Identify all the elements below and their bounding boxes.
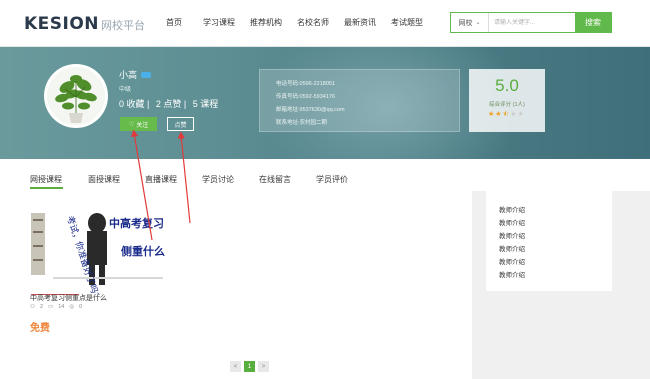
nav-item-courses[interactable]: 学习课程: [203, 17, 235, 28]
thumb-text-2: 侧重什么: [121, 244, 165, 258]
stat-courses: 5 课程: [192, 99, 219, 109]
views-icon: ◎: [69, 304, 75, 310]
tab-messages[interactable]: 在线留言: [259, 174, 291, 185]
contact-phone: 电话号码:0596-2218051: [276, 81, 336, 87]
contact-card: 电话号码:0596-2218051 传真号码:0592-5934176 邮箱地址…: [259, 69, 460, 132]
search-category-label: 网校: [458, 19, 473, 27]
tab-live-courses[interactable]: 直播课程: [145, 174, 177, 185]
tab-offline-courses[interactable]: 面授课程: [88, 174, 120, 185]
course-price: 免费: [30, 323, 50, 334]
sidebar-item-teacher[interactable]: 教师介绍: [499, 269, 525, 279]
contact-fax: 传真号码:0592-5934176: [276, 94, 336, 100]
nav-item-teachers[interactable]: 名校名师: [297, 17, 329, 28]
user-name-row: 小高: [119, 68, 152, 81]
like-button[interactable]: 点赞: [167, 117, 194, 131]
follow-button[interactable]: ♡ 关注: [120, 117, 157, 131]
top-header: KESION 网校平台 首页 学习课程 推荐机构 名校名师 最新资讯 考试题型 …: [0, 0, 650, 47]
students-icon: ⚇: [30, 304, 35, 310]
search-input[interactable]: [489, 13, 575, 32]
stat-favorites: 0 收藏 |: [119, 99, 150, 109]
plant-avatar-image: [47, 67, 105, 125]
next-page-button[interactable]: >: [258, 361, 269, 372]
heart-icon: ♡: [128, 121, 135, 128]
rating-stars: ★ ★ ⯪ ★ ★: [488, 110, 525, 121]
prev-page-button[interactable]: <: [230, 361, 241, 372]
tab-reviews[interactable]: 学员评价: [316, 174, 348, 185]
course-list: 考试，你准备好了吗？ 中高考复习 侧重什么 中高考复习侧重点是什么 ⚇ 2 ▭ …: [0, 191, 472, 379]
stat-likes: 2 点赞 |: [155, 99, 187, 109]
course-thumbnail[interactable]: 考试，你准备好了吗？ 中高考复习 侧重什么: [29, 201, 166, 295]
star-icon: ★: [495, 111, 502, 118]
pagination: < 1 >: [230, 361, 272, 372]
sidebar-item-teacher[interactable]: 教师介绍: [499, 256, 525, 266]
lessons-count: 14: [58, 304, 65, 310]
score-label: 综合评分 (1人): [489, 102, 525, 108]
score-card: 5.0 综合评分 (1人) ★ ★ ⯪ ★ ★: [469, 69, 545, 132]
logo-subtext: 网校平台: [101, 19, 146, 32]
course-tabs: 网授课程 面授课程 直播课程 学员讨论 在线留言 学员评价: [0, 159, 650, 191]
search-button[interactable]: 搜索: [575, 13, 611, 32]
logo-text: KESION: [24, 14, 100, 34]
current-page-button[interactable]: 1: [244, 361, 255, 372]
sidebar-item-teacher[interactable]: 教师介绍: [499, 204, 525, 214]
teacher-sidebar: 教师介绍 教师介绍 教师介绍 教师介绍 教师介绍 教师介绍: [486, 191, 612, 291]
active-tab-indicator: [30, 187, 63, 189]
nav-item-news[interactable]: 最新资讯: [344, 17, 376, 28]
course-meta: ⚇ 2 ▭ 14 ◎ 0: [30, 304, 87, 310]
chevron-down-icon: ⌄: [475, 20, 481, 26]
lessons-icon: ▭: [48, 304, 54, 310]
nav-item-institutions[interactable]: 推荐机构: [250, 17, 282, 28]
contact-email: 邮箱地址:9537630@qq.com: [276, 107, 345, 113]
profile-banner: 小高 中级 0 收藏 | 2 点赞 | 5 课程 ♡ 关注 点赞 电话号码:05…: [0, 47, 650, 159]
tab-online-courses[interactable]: 网授课程: [30, 174, 62, 185]
user-level: 中级: [119, 87, 132, 93]
students-count: 2: [39, 304, 43, 310]
search-bar: 网校 ⌄ 搜索: [450, 12, 612, 33]
like-label: 点赞: [174, 122, 187, 129]
follow-label: 关注: [136, 122, 149, 129]
star-icon: ★: [517, 111, 524, 118]
sidebar-item-teacher[interactable]: 教师介绍: [499, 230, 525, 240]
user-stats: 0 收藏 | 2 点赞 | 5 课程: [119, 97, 222, 110]
course-thumbnail-image: 考试，你准备好了吗？ 中高考复习 侧重什么: [29, 201, 166, 295]
avatar: [44, 64, 108, 128]
star-icon: ★: [488, 111, 495, 118]
score-value: 5.0: [495, 76, 519, 95]
tab-discussions[interactable]: 学员讨论: [202, 174, 234, 185]
views-count: 0: [79, 304, 83, 310]
contact-address: 联系地址:农村园二期: [276, 120, 328, 126]
star-icon: ★: [510, 111, 517, 118]
vip-badge-icon: [141, 71, 152, 78]
nav-item-exams[interactable]: 考试题型: [391, 17, 423, 28]
thumb-text-1: 中高考复习: [109, 216, 164, 230]
user-name: 小高: [119, 70, 138, 80]
star-icon: ⯪: [502, 111, 510, 118]
main-nav: 首页 学习课程 推荐机构 名校名师 最新资讯 考试题型: [166, 17, 438, 28]
sidebar-item-teacher[interactable]: 教师介绍: [499, 243, 525, 253]
course-title[interactable]: 中高考复习侧重点是什么: [30, 293, 107, 303]
nav-item-home[interactable]: 首页: [166, 17, 182, 28]
search-category-select[interactable]: 网校 ⌄: [451, 13, 489, 32]
site-logo[interactable]: KESION 网校平台: [24, 14, 146, 34]
sidebar-item-teacher[interactable]: 教师介绍: [499, 217, 525, 227]
